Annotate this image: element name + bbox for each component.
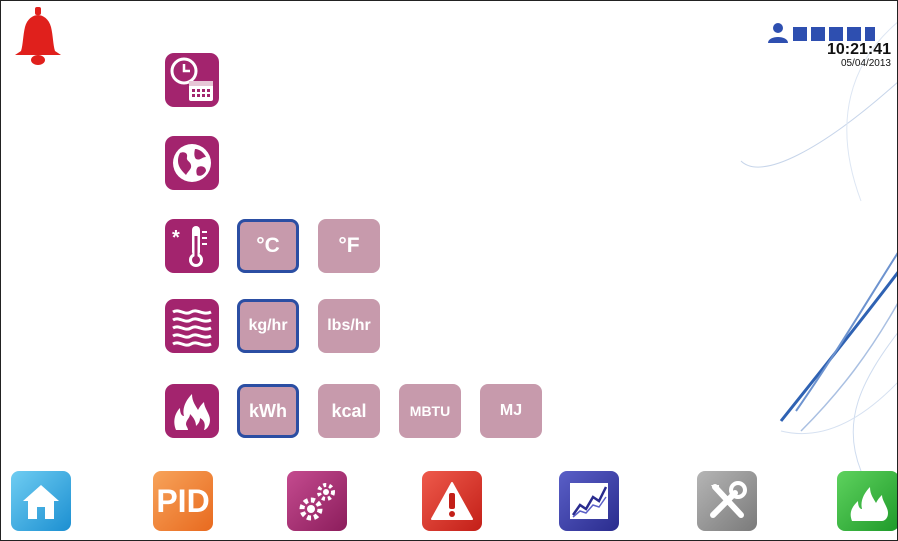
pid-button[interactable]: PID bbox=[153, 471, 213, 531]
unit-fahrenheit-option[interactable]: °F bbox=[318, 219, 380, 273]
time-display: 10:21:41 bbox=[826, 41, 891, 58]
unit-kwh-option[interactable]: kWh bbox=[237, 384, 299, 438]
unit-mj-option[interactable]: MJ bbox=[480, 384, 542, 438]
user-icon[interactable] bbox=[767, 23, 789, 43]
chart-icon bbox=[570, 483, 608, 519]
flow-waves-icon bbox=[172, 309, 212, 347]
unit-kg-per-hr-option[interactable]: kg/hr bbox=[237, 299, 299, 353]
thermometer-icon: * bbox=[172, 226, 207, 267]
svg-text:*: * bbox=[172, 227, 180, 249]
region-settings-button[interactable] bbox=[165, 136, 219, 190]
home-icon bbox=[23, 485, 59, 519]
unit-celsius-option[interactable]: °C bbox=[237, 219, 299, 273]
settings-button[interactable] bbox=[287, 471, 347, 531]
home-button[interactable] bbox=[11, 471, 71, 531]
warning-icon bbox=[431, 482, 473, 520]
temperature-unit-button[interactable]: * bbox=[165, 219, 219, 273]
clock-calendar-icon bbox=[170, 57, 213, 101]
access-level-indicator bbox=[847, 27, 861, 41]
access-level-indicator bbox=[865, 27, 875, 41]
unit-kcal-option[interactable]: kcal bbox=[318, 384, 380, 438]
flame-icon bbox=[174, 394, 210, 430]
alarms-button[interactable] bbox=[422, 471, 482, 531]
access-level-indicator bbox=[829, 27, 843, 41]
bell-icon[interactable] bbox=[9, 5, 67, 69]
trends-button[interactable] bbox=[559, 471, 619, 531]
access-level-indicator bbox=[811, 27, 825, 41]
datetime-settings-button[interactable] bbox=[165, 53, 219, 107]
tools-button[interactable] bbox=[697, 471, 757, 531]
globe-icon bbox=[173, 144, 211, 182]
background-swoosh bbox=[740, 22, 897, 472]
burner-flame-icon bbox=[850, 487, 888, 521]
pid-label: PID bbox=[156, 482, 210, 519]
access-level-indicator bbox=[793, 27, 807, 41]
unit-lbs-per-hr-option[interactable]: lbs/hr bbox=[318, 299, 380, 353]
date-display: 05/04/2013 bbox=[840, 58, 891, 69]
unit-mbtu-option[interactable]: MBTU bbox=[399, 384, 461, 438]
energy-unit-button[interactable] bbox=[165, 384, 219, 438]
tools-icon bbox=[710, 481, 747, 518]
clock: 10:21:41 05/04/2013 bbox=[827, 42, 891, 70]
flow-unit-button[interactable] bbox=[165, 299, 219, 353]
screen: 10:21:41 05/04/2013 * °C °F kg/hr lbs/hr… bbox=[0, 0, 898, 541]
gears-icon bbox=[299, 483, 335, 521]
burner-button[interactable] bbox=[837, 471, 897, 531]
